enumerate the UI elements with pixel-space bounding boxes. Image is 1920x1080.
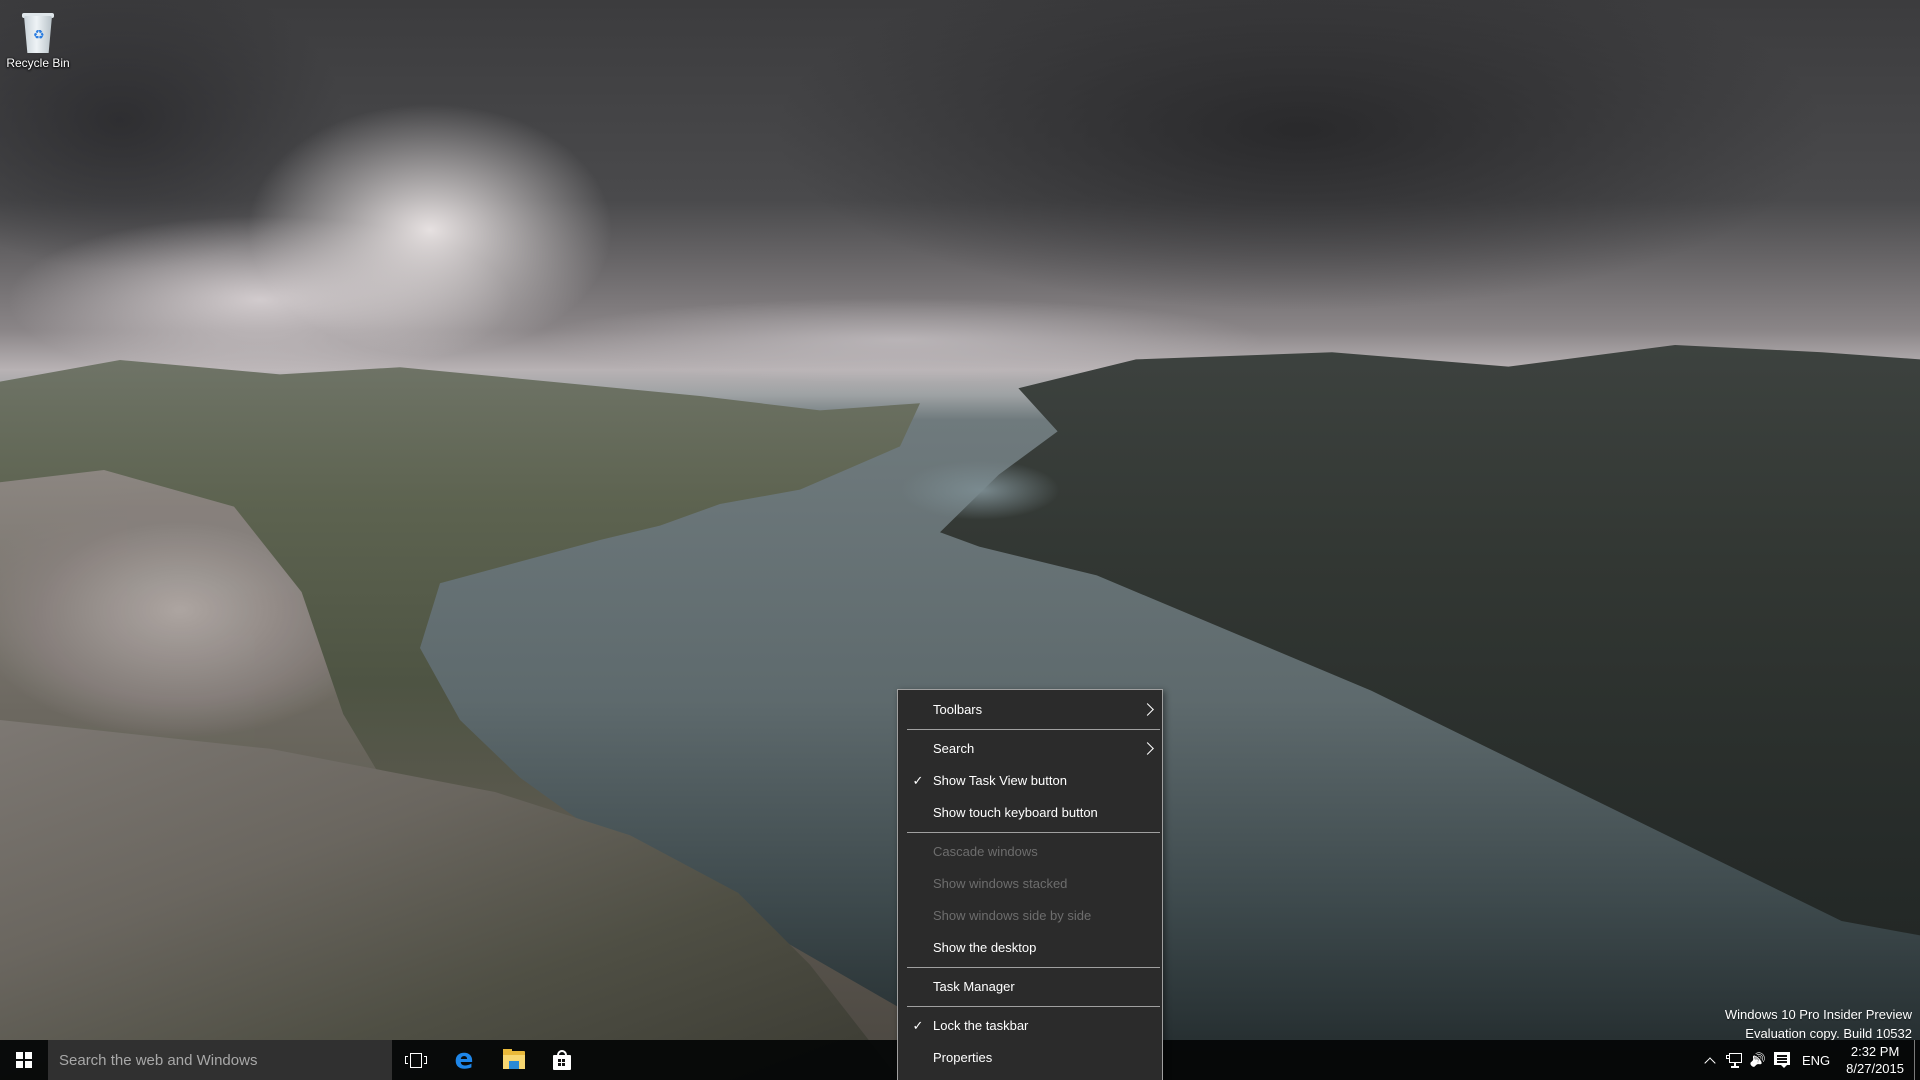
chevron-right-icon [1141,742,1154,755]
wallpaper-fjord [900,460,1060,520]
menu-separator [907,832,1160,833]
input-language-indicator[interactable]: ENG [1794,1053,1840,1068]
menu-item-label: Show the desktop [933,940,1037,955]
file-explorer-icon [503,1049,525,1069]
menu-item-label: Show touch keyboard button [933,805,1098,820]
desktop-icon-label: Recycle Bin [6,56,70,70]
watermark-edition: Windows 10 Pro Insider Preview [1724,1007,1912,1022]
recycle-bin-icon: ♻ [21,10,55,54]
menu-item-label: Show Task View button [933,773,1067,788]
volume-button[interactable]: 🔊 [1746,1040,1770,1080]
desktop-icon-recycle-bin[interactable]: ♻ Recycle Bin [4,6,72,78]
search-input[interactable] [48,1040,392,1080]
taskbar-app-store[interactable] [538,1040,586,1080]
menu-item-lock-the-taskbar[interactable]: ✓ Lock the taskbar [898,1010,1162,1042]
menu-item-show-the-desktop[interactable]: Show the desktop [898,932,1162,964]
menu-item-show-windows-stacked: Show windows stacked [898,868,1162,900]
menu-separator [907,1006,1160,1007]
menu-item-label: Properties [933,1050,993,1065]
volume-icon: 🔊 [1749,1052,1767,1067]
menu-separator [907,729,1160,730]
menu-item-label: Toolbars [933,702,983,717]
windows-logo-icon [16,1052,32,1068]
menu-item-toolbars[interactable]: Toolbars [898,694,1162,726]
task-view-icon [405,1052,427,1068]
checkmark-icon: ✓ [912,773,924,788]
menu-item-show-task-view-button[interactable]: ✓ Show Task View button [898,765,1162,797]
menu-item-show-windows-side-by-side: Show windows side by side [898,900,1162,932]
menu-item-task-manager[interactable]: Task Manager [898,971,1162,1003]
action-center-button[interactable] [1770,1040,1794,1080]
chevron-up-icon [1704,1056,1716,1069]
menu-item-cascade-windows: Cascade windows [898,836,1162,868]
menu-item-search[interactable]: Search [898,733,1162,765]
menu-item-label: Search [933,741,975,756]
clock-time: 2:32 PM [1850,1044,1900,1059]
taskbar-app-edge[interactable]: e [440,1040,488,1080]
network-icon [1725,1053,1742,1068]
action-center-icon [1773,1052,1790,1068]
show-desktop-button[interactable] [1914,1040,1920,1080]
menu-item-label: Show windows side by side [933,908,1092,923]
chevron-right-icon [1141,703,1154,716]
menu-item-show-touch-keyboard-button[interactable]: Show touch keyboard button [898,797,1162,829]
show-hidden-icons-button[interactable] [1698,1040,1722,1080]
edge-icon: e [454,1041,474,1075]
store-icon [553,1050,571,1070]
menu-item-properties[interactable]: Properties [898,1042,1162,1074]
menu-item-label: Task Manager [933,979,1015,994]
menu-item-label: Lock the taskbar [933,1018,1029,1033]
task-view-button[interactable] [392,1040,440,1080]
checkmark-icon: ✓ [912,1018,924,1033]
menu-separator [907,967,1160,968]
taskbar-app-file-explorer[interactable] [490,1040,538,1080]
start-button[interactable] [0,1040,48,1080]
menu-item-label: Cascade windows [933,844,1038,859]
build-watermark: Windows 10 Pro Insider Preview Evaluatio… [1725,1005,1912,1043]
taskbar-context-menu: Toolbars Search ✓ Show Task View button Show… [897,689,1163,1080]
system-tray: 🔊 ENG 2:32 PM 8/27/2015 [1698,1040,1906,1080]
cortana-search-box[interactable] [48,1040,392,1080]
network-button[interactable] [1722,1040,1746,1080]
menu-item-label: Show windows stacked [933,876,1068,891]
clock[interactable]: 2:32 PM 8/27/2015 [1840,1043,1906,1077]
clock-date: 8/27/2015 [1846,1061,1904,1076]
